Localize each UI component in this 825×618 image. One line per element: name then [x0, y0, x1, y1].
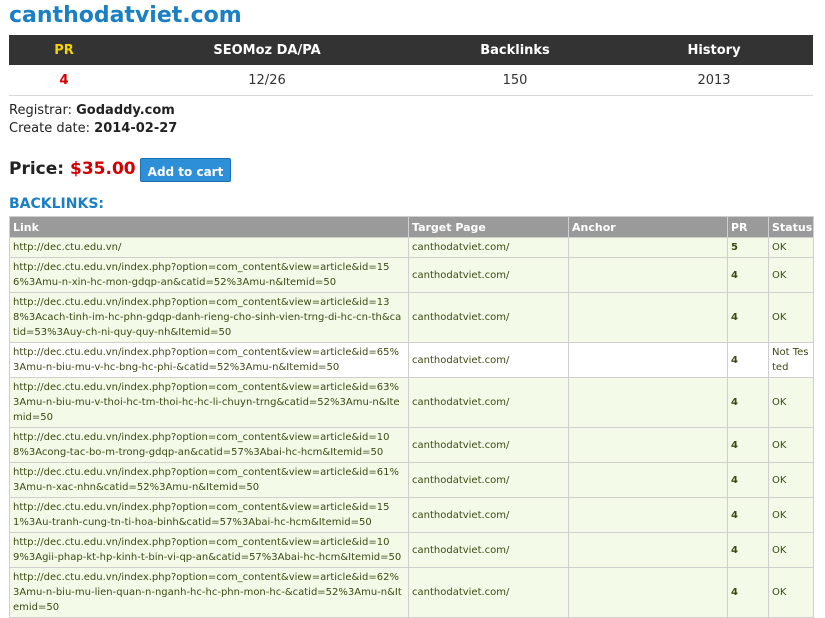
- backlink-pr: 4: [727, 292, 769, 343]
- backlink-url[interactable]: http://dec.ctu.edu.vn/index.php?option=c…: [9, 567, 409, 618]
- backlink-pr: 4: [727, 497, 769, 533]
- summary-header-pr: PR: [9, 35, 119, 65]
- summary-value-history: 2013: [615, 65, 813, 96]
- backlink-target-page: canthodatviet.com/: [408, 427, 569, 463]
- backlinks-header-anchor: Anchor: [568, 216, 728, 238]
- backlink-row: http://dec.ctu.edu.vn/index.php?option=c…: [9, 427, 814, 463]
- backlink-row: http://dec.ctu.edu.vn/index.php?option=c…: [9, 377, 814, 428]
- backlinks-header-status: Status: [768, 216, 814, 238]
- summary-header-backlinks: Backlinks: [415, 35, 615, 65]
- price-label: Price:: [9, 159, 65, 179]
- backlinks-header-link: Link: [9, 216, 409, 238]
- backlink-status: Not Tested: [768, 342, 814, 378]
- backlink-anchor: [568, 532, 728, 568]
- backlinks-header-pr: PR: [727, 216, 769, 238]
- registrar-value: Godaddy.com: [76, 103, 175, 118]
- backlink-pr: 4: [727, 427, 769, 463]
- backlink-target-page: canthodatviet.com/: [408, 462, 569, 498]
- backlink-anchor: [568, 292, 728, 343]
- backlink-url[interactable]: http://dec.ctu.edu.vn/index.php?option=c…: [9, 257, 409, 293]
- price-amount: $35.00: [70, 159, 136, 179]
- backlink-row: http://dec.ctu.edu.vn/canthodatviet.com/…: [9, 237, 814, 258]
- backlink-target-page: canthodatviet.com/: [408, 497, 569, 533]
- backlink-url[interactable]: http://dec.ctu.edu.vn/: [9, 237, 409, 258]
- backlink-row: http://dec.ctu.edu.vn/index.php?option=c…: [9, 462, 814, 498]
- add-to-cart-button[interactable]: Add to cart: [140, 158, 231, 182]
- backlink-target-page: canthodatviet.com/: [408, 257, 569, 293]
- summary-value-row: 4 12/26 150 2013: [9, 65, 813, 96]
- backlinks-header-row: Link Target Page Anchor PR Status: [9, 216, 814, 238]
- backlink-status: OK: [768, 567, 814, 618]
- registrar-line: Registrar: Godaddy.com: [9, 103, 175, 118]
- backlink-anchor: [568, 427, 728, 463]
- backlink-anchor: [568, 257, 728, 293]
- backlink-status: OK: [768, 257, 814, 293]
- backlink-pr: 4: [727, 567, 769, 618]
- registrar-label: Registrar:: [9, 103, 72, 118]
- backlink-url[interactable]: http://dec.ctu.edu.vn/index.php?option=c…: [9, 497, 409, 533]
- backlinks-heading: BACKLINKS:: [9, 196, 105, 212]
- backlink-url[interactable]: http://dec.ctu.edu.vn/index.php?option=c…: [9, 462, 409, 498]
- backlink-row: http://dec.ctu.edu.vn/index.php?option=c…: [9, 292, 814, 343]
- backlink-url[interactable]: http://dec.ctu.edu.vn/index.php?option=c…: [9, 292, 409, 343]
- create-date-line: Create date: 2014-02-27: [9, 121, 177, 136]
- backlink-status: OK: [768, 427, 814, 463]
- backlink-status: OK: [768, 497, 814, 533]
- backlink-status: OK: [768, 532, 814, 568]
- backlink-pr: 4: [727, 462, 769, 498]
- page: canthodatviet.com PR SEOMoz DA/PA Backli…: [0, 0, 825, 618]
- backlink-status: OK: [768, 292, 814, 343]
- backlink-status: OK: [768, 377, 814, 428]
- summary-header-seomoz: SEOMoz DA/PA: [119, 35, 415, 65]
- backlink-anchor: [568, 237, 728, 258]
- backlink-anchor: [568, 567, 728, 618]
- backlink-anchor: [568, 462, 728, 498]
- backlink-url[interactable]: http://dec.ctu.edu.vn/index.php?option=c…: [9, 342, 409, 378]
- backlink-pr: 5: [727, 237, 769, 258]
- backlink-url[interactable]: http://dec.ctu.edu.vn/index.php?option=c…: [9, 377, 409, 428]
- backlink-row: http://dec.ctu.edu.vn/index.php?option=c…: [9, 257, 814, 293]
- backlink-pr: 4: [727, 342, 769, 378]
- backlink-target-page: canthodatviet.com/: [408, 567, 569, 618]
- backlink-anchor: [568, 377, 728, 428]
- backlink-pr: 4: [727, 377, 769, 428]
- create-date-value: 2014-02-27: [94, 121, 178, 136]
- backlink-target-page: canthodatviet.com/: [408, 342, 569, 378]
- backlink-row: http://dec.ctu.edu.vn/index.php?option=c…: [9, 497, 814, 533]
- backlink-row: http://dec.ctu.edu.vn/index.php?option=c…: [9, 532, 814, 568]
- price-line: Price: $35.00: [9, 159, 136, 179]
- backlinks-table: Link Target Page Anchor PR Status http:/…: [9, 216, 814, 618]
- summary-value-seomoz: 12/26: [119, 65, 415, 96]
- summary-header-row: PR SEOMoz DA/PA Backlinks History: [9, 35, 813, 65]
- backlink-target-page: canthodatviet.com/: [408, 532, 569, 568]
- summary-table: PR SEOMoz DA/PA Backlinks History 4 12/2…: [9, 35, 813, 96]
- create-date-label: Create date:: [9, 121, 91, 136]
- backlink-anchor: [568, 342, 728, 378]
- site-title[interactable]: canthodatviet.com: [9, 3, 242, 28]
- backlink-target-page: canthodatviet.com/: [408, 237, 569, 258]
- backlink-target-page: canthodatviet.com/: [408, 292, 569, 343]
- backlinks-header-target: Target Page: [408, 216, 569, 238]
- backlink-url[interactable]: http://dec.ctu.edu.vn/index.php?option=c…: [9, 427, 409, 463]
- backlink-row: http://dec.ctu.edu.vn/index.php?option=c…: [9, 567, 814, 618]
- backlink-row: http://dec.ctu.edu.vn/index.php?option=c…: [9, 342, 814, 378]
- backlink-status: OK: [768, 462, 814, 498]
- backlink-anchor: [568, 497, 728, 533]
- summary-value-pr: 4: [9, 65, 119, 96]
- summary-value-backlinks: 150: [415, 65, 615, 96]
- backlink-pr: 4: [727, 532, 769, 568]
- backlink-pr: 4: [727, 257, 769, 293]
- summary-header-history: History: [615, 35, 813, 65]
- backlink-url[interactable]: http://dec.ctu.edu.vn/index.php?option=c…: [9, 532, 409, 568]
- backlink-target-page: canthodatviet.com/: [408, 377, 569, 428]
- backlink-status: OK: [768, 237, 814, 258]
